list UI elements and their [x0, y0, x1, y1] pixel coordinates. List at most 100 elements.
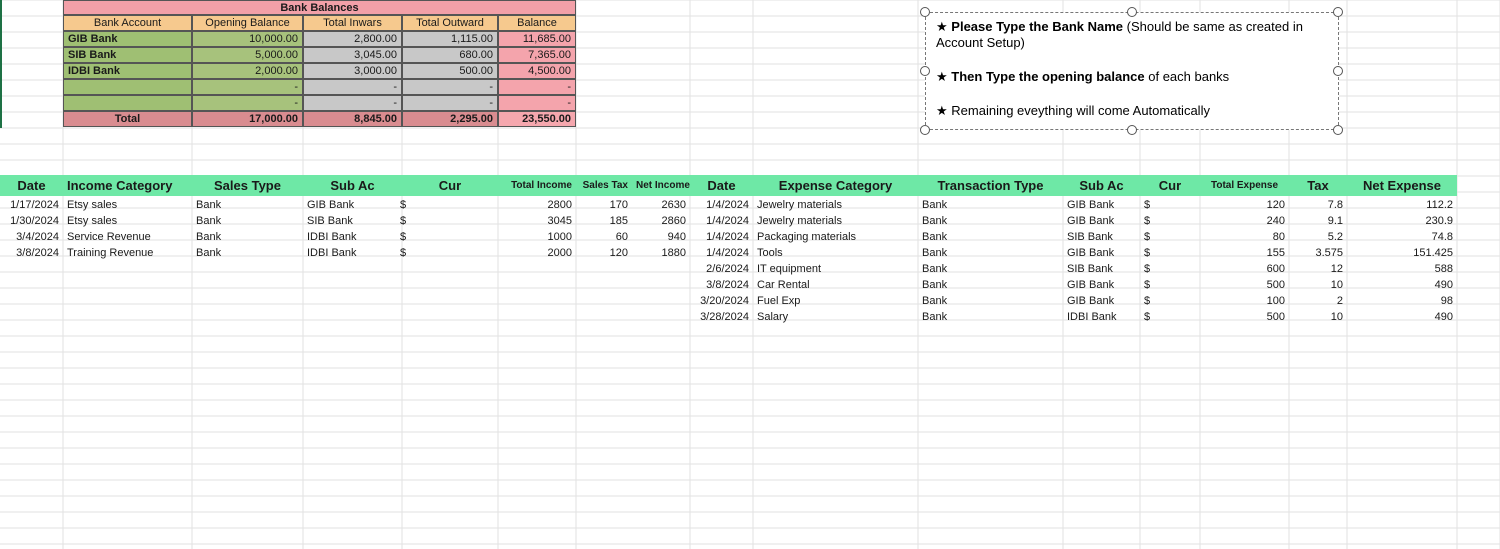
income-cell[interactable]: 940 — [632, 230, 690, 246]
income-cell[interactable]: IDBI Bank — [303, 230, 402, 246]
income-header-7[interactable]: Net Income — [632, 176, 690, 196]
bank-value-cell[interactable]: - — [498, 79, 576, 95]
expense-cell[interactable]: Bank — [918, 310, 1063, 326]
bank-value-cell[interactable]: - — [192, 79, 303, 95]
expense-cell[interactable]: 588 — [1347, 262, 1457, 278]
expense-cell[interactable]: Bank — [918, 246, 1063, 262]
expense-header-0[interactable]: Date — [690, 176, 753, 196]
income-cell[interactable]: 60 — [576, 230, 632, 246]
income-header-5[interactable]: Total Income — [498, 176, 576, 196]
income-cell[interactable]: 1880 — [632, 246, 690, 262]
expense-cell[interactable]: 98 — [1347, 294, 1457, 310]
expense-cell[interactable]: 9.1 — [1289, 214, 1347, 230]
resize-handle-bottom-left[interactable] — [920, 125, 930, 135]
resize-handle-bottom-right[interactable] — [1333, 125, 1343, 135]
expense-cell[interactable]: Jewelry materials — [753, 214, 918, 230]
bank-total-label[interactable]: Total — [63, 111, 192, 127]
expense-cell[interactable]: 3.575 — [1289, 246, 1347, 262]
bank-value-cell[interactable]: - — [192, 95, 303, 111]
income-cell[interactable]: Training Revenue — [63, 246, 192, 262]
bank-header-cell[interactable]: Balance — [498, 15, 576, 31]
bank-value-cell[interactable]: 2,800.00 — [303, 31, 402, 47]
expense-cell[interactable]: 3/28/2024 — [690, 310, 753, 326]
expense-cell[interactable]: Packaging materials — [753, 230, 918, 246]
expense-cell[interactable]: GIB Bank — [1063, 214, 1140, 230]
expense-cell[interactable]: IT equipment — [753, 262, 918, 278]
bank-total-cell[interactable]: 2,295.00 — [402, 111, 498, 127]
expense-cell[interactable]: 600 — [1200, 262, 1289, 278]
expense-cell[interactable]: 490 — [1347, 310, 1457, 326]
bank-total-cell[interactable]: 17,000.00 — [192, 111, 303, 127]
expense-cell[interactable]: $ — [1140, 278, 1200, 294]
expense-cell[interactable]: 7.8 — [1289, 198, 1347, 214]
bank-account-cell[interactable]: GIB Bank — [63, 31, 192, 47]
expense-cell[interactable]: $ — [1140, 198, 1200, 214]
resize-handle-bottom-middle[interactable] — [1127, 125, 1137, 135]
income-header-4[interactable]: Cur — [402, 176, 498, 196]
expense-cell[interactable]: 120 — [1200, 198, 1289, 214]
expense-cell[interactable]: 12 — [1289, 262, 1347, 278]
expense-cell[interactable]: 10 — [1289, 278, 1347, 294]
income-cell[interactable]: 170 — [576, 198, 632, 214]
resize-handle-top-middle[interactable] — [1127, 7, 1137, 17]
bank-value-cell[interactable]: - — [402, 79, 498, 95]
income-cell[interactable]: IDBI Bank — [303, 246, 402, 262]
expense-cell[interactable]: Car Rental — [753, 278, 918, 294]
expense-cell[interactable]: $ — [1140, 214, 1200, 230]
income-cell[interactable]: $ — [396, 230, 492, 246]
expense-header-7[interactable]: Net Expense — [1347, 176, 1457, 196]
expense-header-2[interactable]: Transaction Type — [918, 176, 1063, 196]
bank-value-cell[interactable]: 680.00 — [402, 47, 498, 63]
expense-cell[interactable]: Bank — [918, 294, 1063, 310]
expense-cell[interactable]: GIB Bank — [1063, 198, 1140, 214]
bank-account-cell[interactable] — [63, 79, 192, 95]
expense-header-5[interactable]: Total Expense — [1200, 176, 1289, 196]
bank-value-cell[interactable]: 3,045.00 — [303, 47, 402, 63]
expense-cell[interactable]: GIB Bank — [1063, 246, 1140, 262]
expense-cell[interactable]: 5.2 — [1289, 230, 1347, 246]
income-cell[interactable]: Etsy sales — [63, 198, 192, 214]
expense-cell[interactable]: 10 — [1289, 310, 1347, 326]
bank-value-cell[interactable]: 4,500.00 — [498, 63, 576, 79]
expense-cell[interactable]: GIB Bank — [1063, 278, 1140, 294]
expense-header-1[interactable]: Expense Category — [753, 176, 918, 196]
income-cell[interactable]: Bank — [192, 246, 303, 262]
expense-header-4[interactable]: Cur — [1140, 176, 1200, 196]
income-header-3[interactable]: Sub Ac — [303, 176, 402, 196]
expense-cell[interactable]: 1/4/2024 — [690, 230, 753, 246]
income-cell[interactable]: $ — [396, 198, 492, 214]
income-cell[interactable]: Bank — [192, 198, 303, 214]
expense-header-6[interactable]: Tax — [1289, 176, 1347, 196]
income-header-1[interactable]: Income Category — [63, 176, 192, 196]
expense-cell[interactable]: 2/6/2024 — [690, 262, 753, 278]
expense-cell[interactable]: $ — [1140, 294, 1200, 310]
expense-cell[interactable]: $ — [1140, 246, 1200, 262]
expense-cell[interactable]: $ — [1140, 310, 1200, 326]
bank-header-cell[interactable]: Total Outward — [402, 15, 498, 31]
expense-cell[interactable]: Bank — [918, 230, 1063, 246]
instruction-note[interactable]: ★ Please Type the Bank Name (Should be s… — [925, 12, 1339, 130]
expense-cell[interactable]: Jewelry materials — [753, 198, 918, 214]
income-cell[interactable]: 120 — [576, 246, 632, 262]
bank-header-cell[interactable]: Total Inwars — [303, 15, 402, 31]
bank-value-cell[interactable]: 10,000.00 — [192, 31, 303, 47]
income-cell[interactable]: 2800 — [498, 198, 576, 214]
expense-cell[interactable]: Fuel Exp — [753, 294, 918, 310]
bank-total-cell[interactable]: 8,845.00 — [303, 111, 402, 127]
bank-header-cell[interactable]: Opening Balance — [192, 15, 303, 31]
income-cell[interactable]: GIB Bank — [303, 198, 402, 214]
bank-value-cell[interactable]: 3,000.00 — [303, 63, 402, 79]
resize-handle-top-right[interactable] — [1333, 7, 1343, 17]
expense-cell[interactable]: 2 — [1289, 294, 1347, 310]
income-cell[interactable]: SIB Bank — [303, 214, 402, 230]
income-cell[interactable]: Service Revenue — [63, 230, 192, 246]
expense-cell[interactable]: 500 — [1200, 310, 1289, 326]
bank-value-cell[interactable]: 7,365.00 — [498, 47, 576, 63]
expense-cell[interactable]: 155 — [1200, 246, 1289, 262]
resize-handle-top-left[interactable] — [920, 7, 930, 17]
bank-value-cell[interactable]: 500.00 — [402, 63, 498, 79]
bank-account-cell[interactable]: SIB Bank — [63, 47, 192, 63]
expense-cell[interactable]: Salary — [753, 310, 918, 326]
income-cell[interactable]: 1000 — [498, 230, 576, 246]
expense-cell[interactable]: Bank — [918, 262, 1063, 278]
